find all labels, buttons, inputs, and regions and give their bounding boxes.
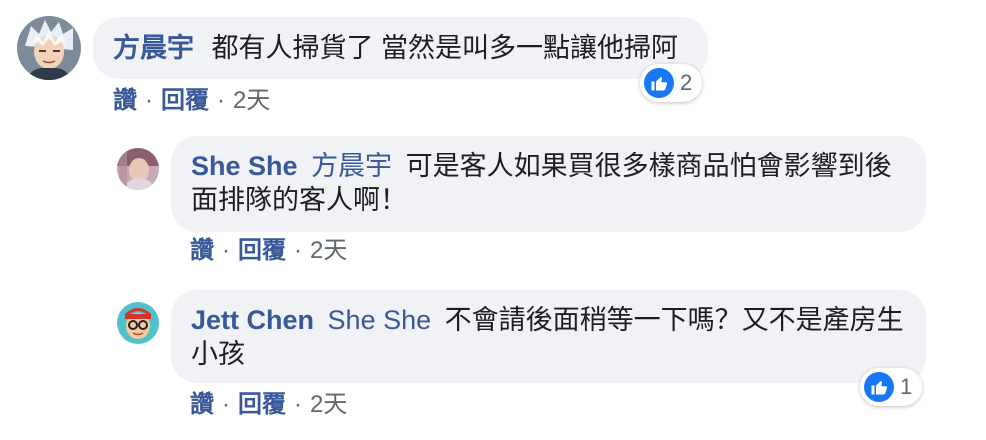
comment-mention[interactable]: She She	[328, 305, 432, 335]
separator: ·	[294, 237, 302, 264]
avatar-jett-icon	[117, 302, 159, 344]
like-link[interactable]: 讚	[190, 391, 214, 418]
avatar-jett[interactable]	[117, 302, 159, 344]
reply-link[interactable]: 回覆	[238, 391, 286, 418]
comment-bubble: Jett Chen She She 不會請後面稍等一下嗎？又不是產房生小孩	[171, 290, 926, 383]
separator: ·	[217, 87, 225, 114]
timestamp[interactable]: 2天	[310, 237, 347, 264]
comment-author[interactable]: She She	[191, 151, 298, 181]
reaction-badge[interactable]: 2	[640, 64, 703, 102]
avatar-gintoki-icon	[17, 16, 81, 80]
timestamp[interactable]: 2天	[233, 87, 270, 114]
comment-author[interactable]: 方晨宇	[113, 33, 194, 63]
comment-actions: 讚 · 回覆 · 2天	[113, 86, 270, 116]
comment-mention[interactable]: 方晨宇	[311, 151, 392, 181]
avatar-fang[interactable]	[17, 16, 81, 80]
reply-link[interactable]: 回覆	[238, 237, 286, 264]
avatar-sheshe-icon	[117, 148, 159, 190]
comment-text: 都有人掃貨了 當然是叫多一點讓他掃阿	[211, 33, 679, 63]
thumbs-up-icon	[644, 68, 674, 98]
timestamp[interactable]: 2天	[310, 391, 347, 418]
like-link[interactable]: 讚	[113, 87, 137, 114]
reaction-badge[interactable]: 1	[860, 368, 923, 406]
reply-link[interactable]: 回覆	[161, 87, 209, 114]
reaction-count: 2	[680, 70, 693, 95]
separator: ·	[294, 391, 302, 418]
comment-actions: 讚 · 回覆 · 2天	[190, 236, 347, 266]
separator: ·	[222, 237, 230, 264]
comment-author[interactable]: Jett Chen	[191, 305, 314, 335]
separator: ·	[222, 391, 230, 418]
thumbs-up-icon	[864, 372, 894, 402]
comment-bubble: She She 方晨宇 可是客人如果買很多樣商品怕會影響到後面排隊的客人啊！	[171, 136, 926, 232]
comment-actions: 讚 · 回覆 · 2天	[190, 390, 347, 420]
comment-bubble: 方晨宇 都有人掃貨了 當然是叫多一點讓他掃阿	[93, 17, 708, 79]
separator: ·	[145, 87, 153, 114]
like-link[interactable]: 讚	[190, 237, 214, 264]
avatar-sheshe[interactable]	[117, 148, 159, 190]
reaction-count: 1	[900, 374, 913, 399]
